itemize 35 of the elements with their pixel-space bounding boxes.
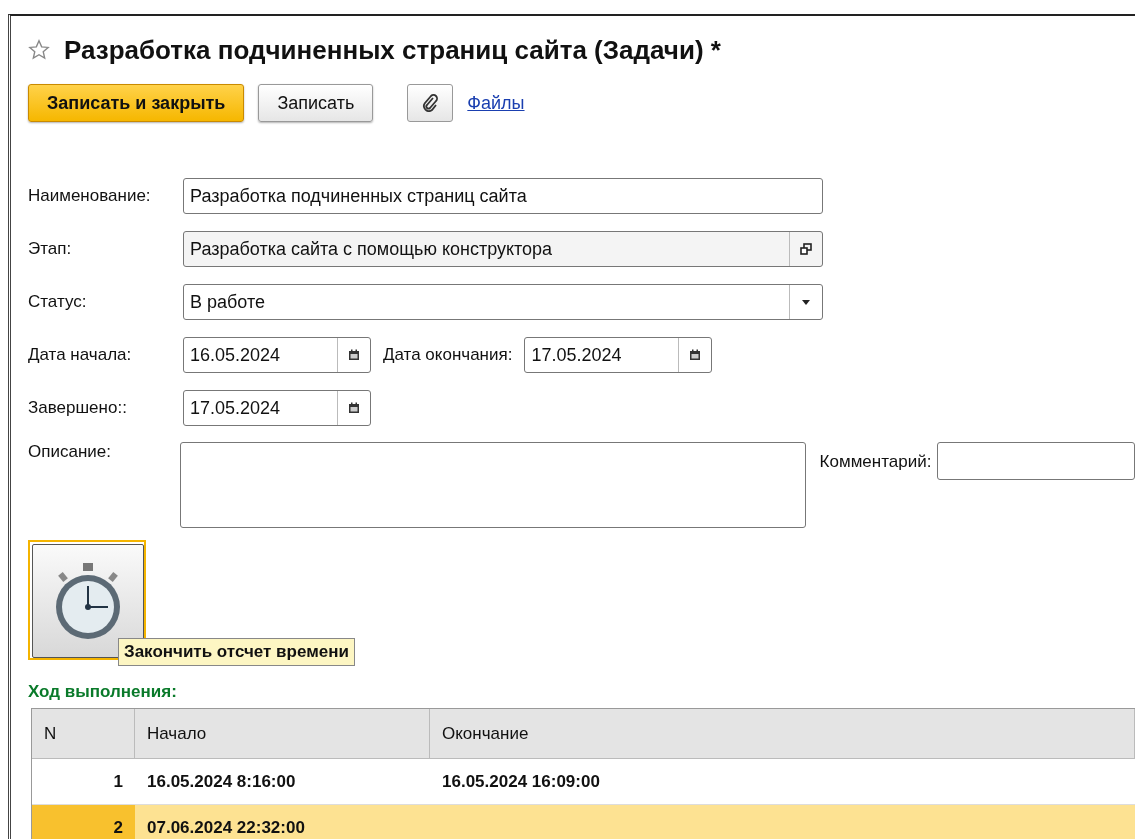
field-label: Дата начала: [28,345,133,365]
table-cell: 2 [32,805,135,839]
save-and-close-button[interactable]: Записать и закрыть [28,84,245,122]
date-field[interactable]: 16.05.2024 [183,337,371,373]
calendar-icon[interactable] [348,349,360,361]
field-label: Описание: [28,442,112,462]
description-field[interactable] [179,442,806,528]
input-field[interactable]: Разработка подчиненных страниц сайта [183,178,823,214]
table-cell: 07.06.2024 22:32:00 [135,805,430,839]
files-link[interactable]: Файлы [467,92,525,114]
column-header[interactable]: Окончание [430,709,1135,759]
field-label: Завершено:: [28,398,128,418]
date-field[interactable]: 17.05.2024 [524,337,713,373]
field-label: Статус: [28,292,88,312]
comment-field[interactable] [937,442,1135,480]
section-title: Ход выполнения: [28,682,178,702]
window-title: Разработка подчиненных страниц сайта (Задачи) * [64,34,721,66]
field-label: Комментарий: [819,452,932,472]
input-field[interactable]: Разработка сайта с помощью конструктора [183,231,823,267]
column-header[interactable]: N [32,709,135,759]
date-field[interactable]: 17.05.2024 [183,390,371,426]
field-label: Дата окончания: [383,345,513,365]
open-window-icon[interactable] [800,243,812,255]
dropdown-caret-icon[interactable] [802,299,810,305]
column-header[interactable]: Начало [135,709,430,759]
attach-button[interactable] [407,84,454,122]
tooltip: Закончить отсчет времени [118,638,355,666]
calendar-icon[interactable] [689,349,702,361]
favorite-star-icon[interactable] [28,39,50,61]
calendar-icon[interactable] [348,402,360,414]
status-dropdown[interactable]: В работе [183,284,823,320]
field-label: Наименование: [28,186,152,206]
field-label: Этап: [28,239,73,259]
save-button[interactable]: Записать [258,84,374,122]
paperclip-icon [422,94,439,112]
